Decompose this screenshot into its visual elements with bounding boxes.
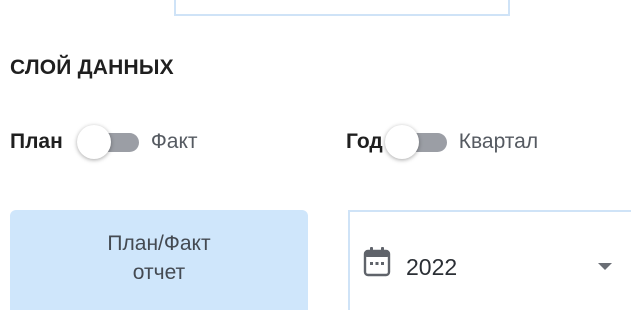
- switch-thumb[interactable]: [76, 125, 111, 159]
- plan-label: План: [10, 130, 63, 153]
- report-button-label: План/Факт отчет: [107, 232, 211, 284]
- year-label: Год: [346, 130, 383, 153]
- previous-field-bottom-edge[interactable]: [174, 0, 510, 16]
- plan-fact-switch[interactable]: [75, 124, 141, 160]
- plan-fact-report-button[interactable]: План/Факт отчет: [10, 210, 308, 310]
- fact-label: Факт: [150, 130, 198, 153]
- chevron-down-icon[interactable]: [598, 263, 612, 270]
- calendar-icon: [362, 246, 392, 283]
- year-select[interactable]: 2022: [348, 210, 631, 310]
- switch-thumb[interactable]: [384, 125, 419, 159]
- selected-year: 2022: [406, 254, 458, 280]
- data-layer-title: СЛОЙ ДАННЫХ: [10, 56, 174, 79]
- quarter-label: Квартал: [458, 130, 539, 153]
- period-toggle-group: Год Квартал: [346, 124, 538, 160]
- year-quarter-switch[interactable]: [383, 124, 449, 160]
- plan-fact-toggle-group: План Факт: [10, 124, 198, 160]
